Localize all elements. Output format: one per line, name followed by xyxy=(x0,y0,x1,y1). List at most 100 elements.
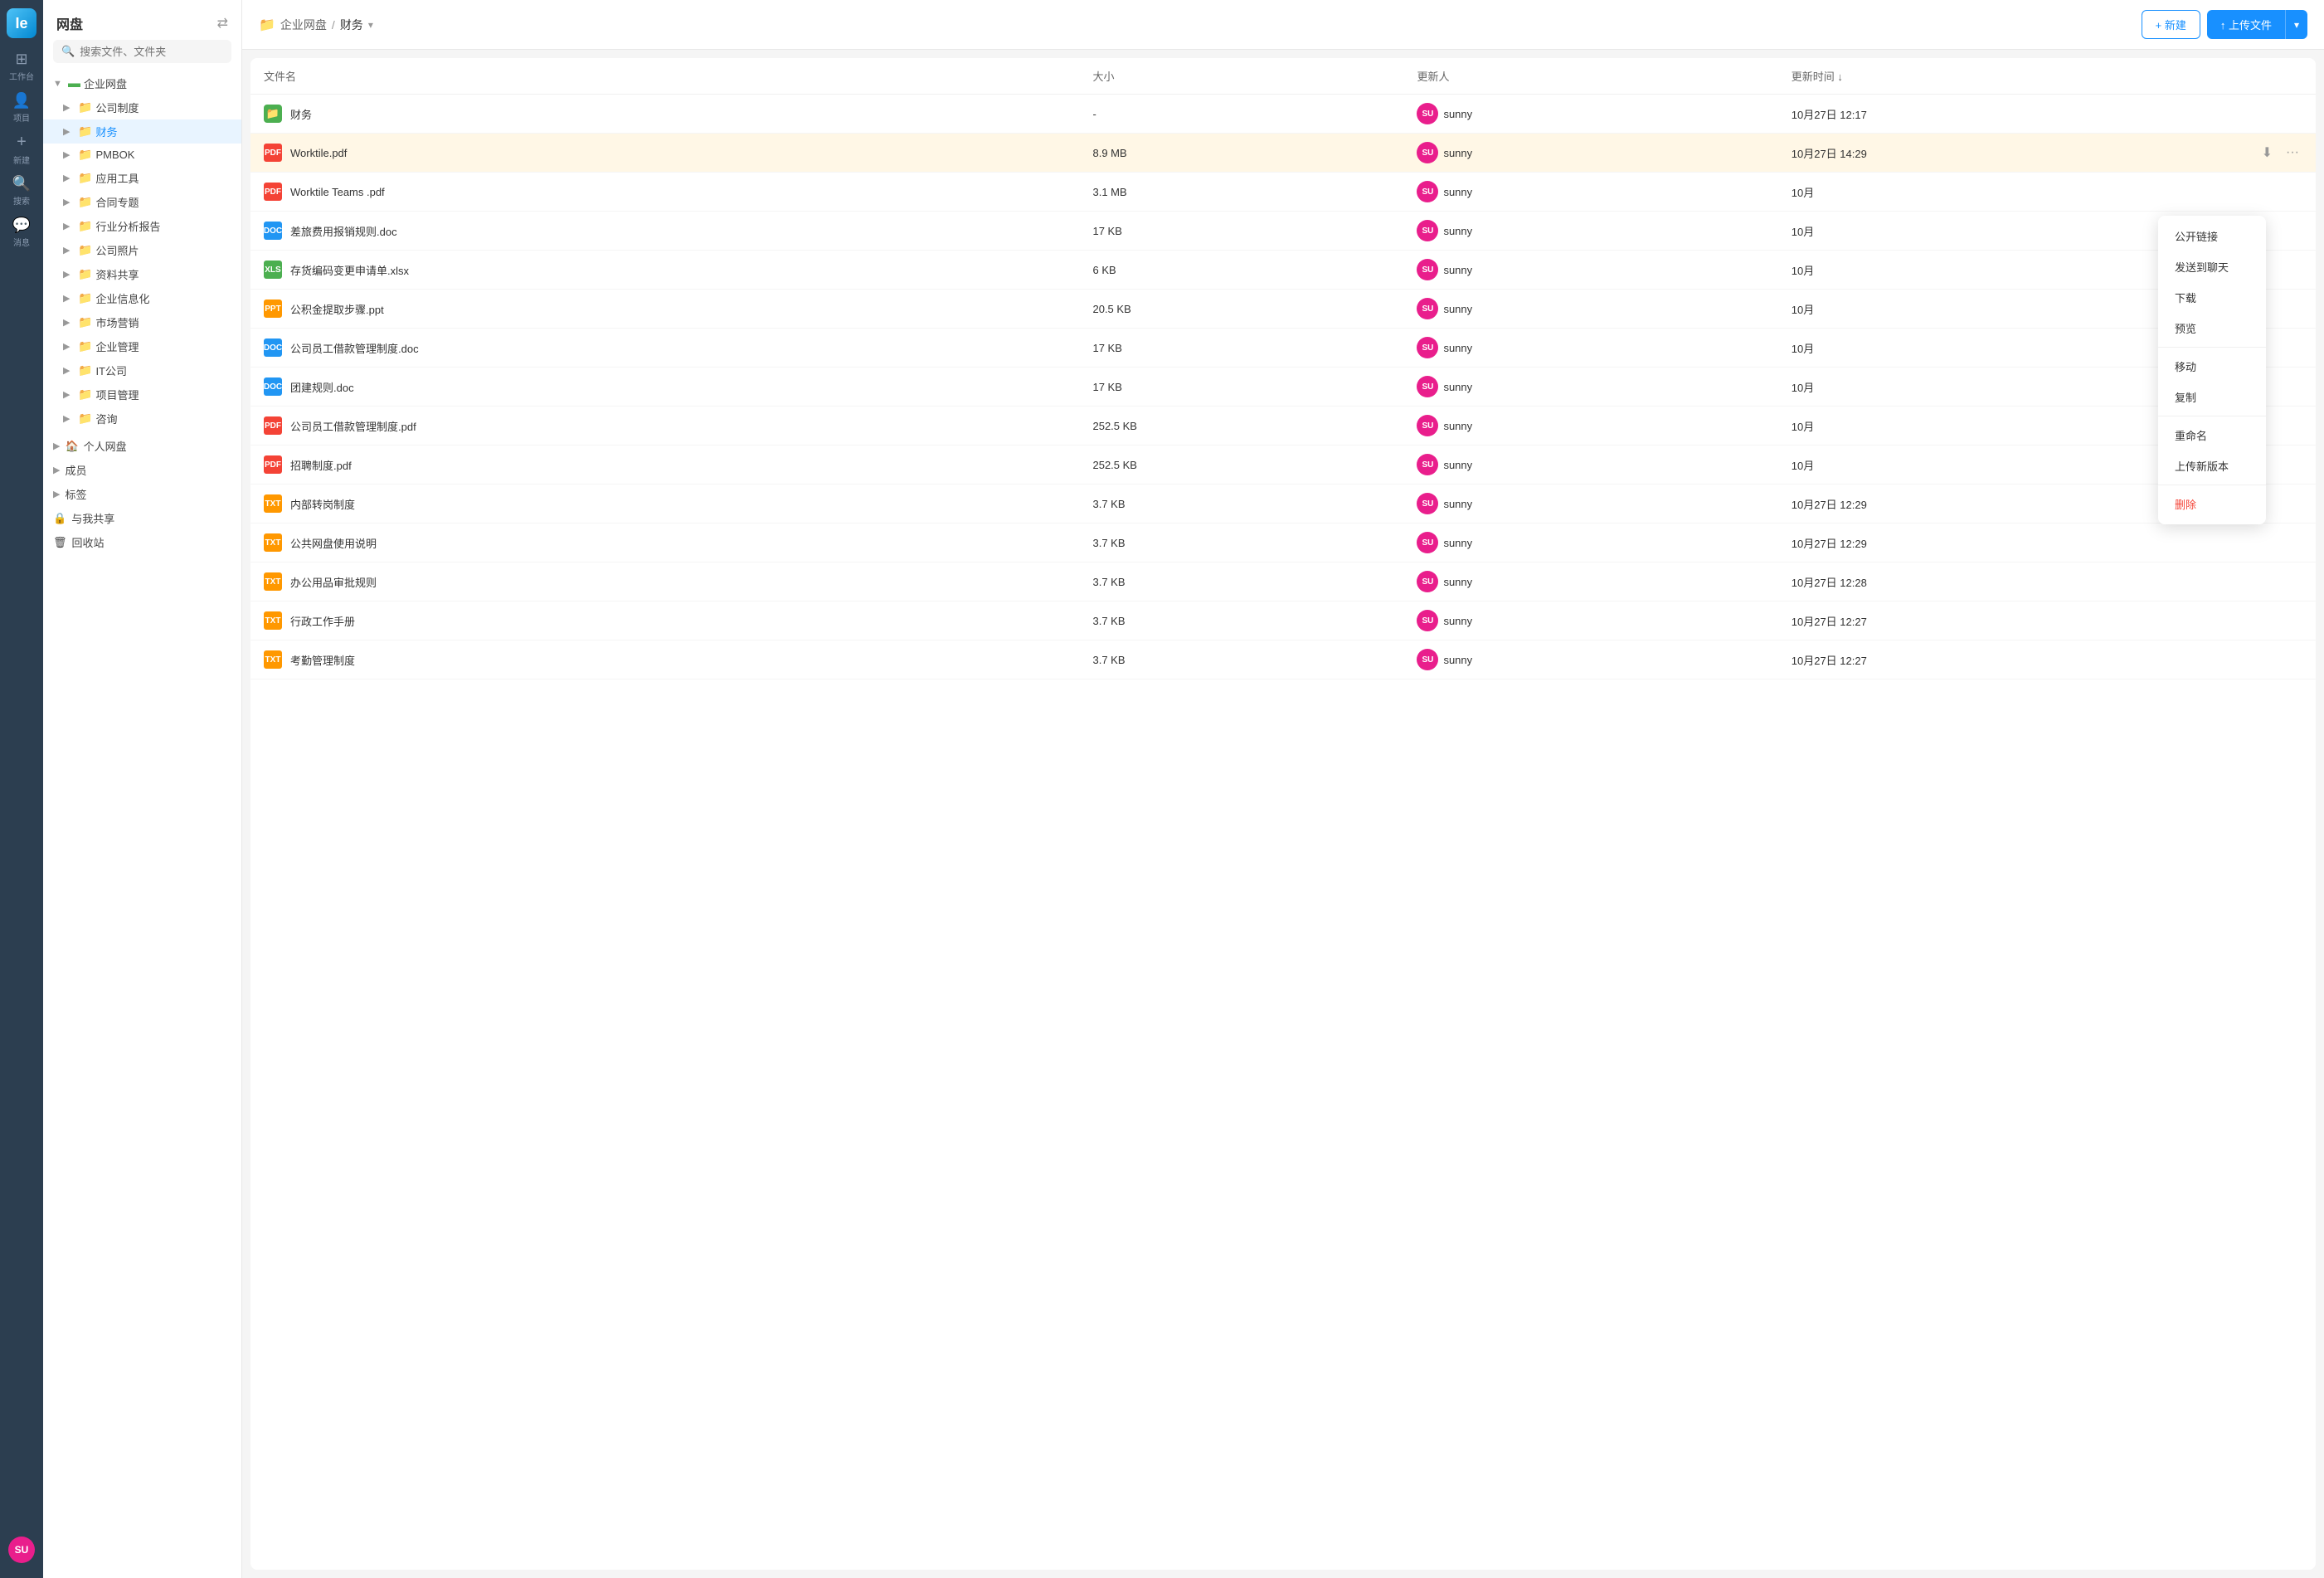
sidebar-item-enterprise-drive[interactable]: ▼ ▬ 企业网盘 xyxy=(43,71,241,95)
updater-name: sunny xyxy=(1443,108,1472,120)
table-row[interactable]: DOC 公司员工借款管理制度.doc 17 KB SU sunny 10月 ··… xyxy=(250,329,2316,368)
sidebar-item-company-policy[interactable]: ▶ 📁 公司制度 xyxy=(43,95,241,119)
updater-avatar: SU xyxy=(1417,376,1438,397)
more-button[interactable]: ··· xyxy=(2258,572,2278,591)
sidebar-item-sharing[interactable]: ▶ 📁 资料共享 xyxy=(43,262,241,286)
more-button[interactable]: ··· xyxy=(2258,183,2278,201)
folder-enterprise-icon: ▬ xyxy=(68,76,80,90)
sidebar-item-it-company[interactable]: ▶ 📁 IT公司 xyxy=(43,358,241,382)
nav-workspace[interactable]: ⊞ 工作台 xyxy=(3,48,40,85)
context-menu-item-upload-new-version[interactable]: 上传新版本 xyxy=(2158,451,2266,481)
file-name-cell: PDF Worktile.pdf xyxy=(264,144,1066,162)
table-row[interactable]: TXT 办公用品审批规则 3.7 KB SU sunny 10月27日 12:2… xyxy=(250,563,2316,601)
table-row[interactable]: DOC 团建规则.doc 17 KB SU sunny 10月 ··· xyxy=(250,368,2316,407)
updater-avatar: SU xyxy=(1417,298,1438,319)
table-row[interactable]: XLS 存货编码变更申请单.xlsx 6 KB SU sunny 10月 ··· xyxy=(250,251,2316,290)
nav-message[interactable]: 💬 消息 xyxy=(3,214,40,251)
download-button[interactable]: ⬇ xyxy=(2258,143,2276,163)
nav-new[interactable]: + 新建 xyxy=(3,131,40,168)
sidebar-item-photos[interactable]: ▶ 📁 公司照片 xyxy=(43,238,241,262)
expand-icon: ▶ xyxy=(63,389,75,400)
more-button[interactable]: ··· xyxy=(2258,533,2278,552)
sidebar-item-contracts[interactable]: ▶ 📁 合同专题 xyxy=(43,190,241,214)
table-row[interactable]: TXT 考勤管理制度 3.7 KB SU sunny 10月27日 12:27 … xyxy=(250,640,2316,679)
search-input[interactable] xyxy=(80,46,223,58)
search-box[interactable]: 🔍 xyxy=(53,40,231,63)
file-name: 内部转岗制度 xyxy=(290,496,355,512)
context-menu-item-rename[interactable]: 重命名 xyxy=(2158,420,2266,451)
more-button[interactable]: ··· xyxy=(2258,650,2278,669)
sidebar-tags[interactable]: ▶ 标签 xyxy=(43,482,241,506)
sidebar-trash[interactable]: 🗑 回收站 xyxy=(43,530,241,554)
table-row[interactable]: PPT 公积金提取步骤.ppt 20.5 KB SU sunny 10月 ··· xyxy=(250,290,2316,329)
sidebar-item-tools[interactable]: ▶ 📁 应用工具 xyxy=(43,166,241,190)
expand-icon: ▶ xyxy=(63,245,75,256)
table-row[interactable]: PDF Worktile Teams .pdf 3.1 MB SU sunny … xyxy=(250,173,2316,212)
new-button[interactable]: + 新建 xyxy=(2142,10,2200,39)
sidebar-item-it-enterprise-label: 企业信息化 xyxy=(95,290,231,306)
table-row[interactable]: DOC 差旅费用报销规则.doc 17 KB SU sunny 10月 ··· xyxy=(250,212,2316,251)
sidebar-item-pmbok[interactable]: ▶ 📁 PMBOK xyxy=(43,144,241,166)
sidebar-item-project-management[interactable]: ▶ 📁 项目管理 xyxy=(43,382,241,407)
more-button[interactable]: ··· xyxy=(2283,144,2302,162)
context-menu-item-move[interactable]: 移动 xyxy=(2158,351,2266,382)
sidebar-item-industry[interactable]: ▶ 📁 行业分析报告 xyxy=(43,214,241,238)
user-avatar[interactable]: SU xyxy=(8,1537,35,1563)
sidebar-item-finance[interactable]: ▶ 📁 财务 xyxy=(43,119,241,144)
upload-more-button[interactable]: ▾ xyxy=(2285,10,2307,39)
sidebar-item-consulting[interactable]: ▶ 📁 咨询 xyxy=(43,407,241,431)
table-row[interactable]: TXT 行政工作手册 3.7 KB SU sunny 10月27日 12:27 … xyxy=(250,601,2316,640)
table-row[interactable]: TXT 公共网盘使用说明 3.7 KB SU sunny 10月27日 12:2… xyxy=(250,524,2316,563)
file-update-time: 10月27日 12:28 xyxy=(1778,563,2245,601)
file-name-cell: DOC 团建规则.doc xyxy=(264,377,1066,396)
table-row[interactable]: PDF Worktile.pdf 8.9 MB SU sunny 10月27日 … xyxy=(250,134,2316,173)
nav-project[interactable]: 👤 项目 xyxy=(3,90,40,126)
sidebar-shared[interactable]: 🔒 与我共享 xyxy=(43,506,241,530)
table-row[interactable]: PDF 招聘制度.pdf 252.5 KB SU sunny 10月 ··· xyxy=(250,446,2316,485)
upload-button[interactable]: ↑ 上传文件 xyxy=(2207,10,2285,39)
folder-icon-orange2: 📁 xyxy=(78,171,92,185)
more-button[interactable]: ··· xyxy=(2258,611,2278,630)
context-menu-item-delete[interactable]: 删除 xyxy=(2158,489,2266,519)
nav-project-label: 项目 xyxy=(13,111,30,124)
file-icon-pdf: PDF xyxy=(264,183,282,201)
sidebar-item-contracts-label: 合同专题 xyxy=(95,194,231,210)
table-row[interactable]: TXT 内部转岗制度 3.7 KB SU sunny 10月27日 12:29 … xyxy=(250,485,2316,524)
expand-tags-icon: ▶ xyxy=(53,489,60,499)
more-button[interactable]: ··· xyxy=(2258,105,2278,123)
file-name: 公司员工借款管理制度.pdf xyxy=(290,418,416,434)
folder-icon-blue2: 📁 xyxy=(78,291,92,305)
sidebar-collapse-button[interactable]: ⇄ xyxy=(217,15,228,32)
context-menu-item-send-chat[interactable]: 发送到聊天 xyxy=(2158,251,2266,282)
expand-icon: ▶ xyxy=(63,341,75,352)
breadcrumb-root[interactable]: 企业网盘 xyxy=(280,17,327,33)
updater-name: sunny xyxy=(1443,459,1472,471)
upload-button-group: ↑ 上传文件 ▾ xyxy=(2207,10,2307,39)
nav-bar: Ie ⊞ 工作台 👤 项目 + 新建 🔍 搜索 💬 消息 SU xyxy=(0,0,43,1578)
file-name: 考勤管理制度 xyxy=(290,652,355,668)
row-actions: ⬇ ··· xyxy=(2258,143,2302,163)
updater-name: sunny xyxy=(1443,303,1472,315)
table-row[interactable]: 📁 财务 - SU sunny 10月27日 12:17 ··· xyxy=(250,95,2316,134)
file-icon-pdf: PDF xyxy=(264,144,282,162)
nav-search[interactable]: 🔍 搜索 xyxy=(3,173,40,209)
sidebar-item-it-enterprise[interactable]: ▶ 📁 企业信息化 xyxy=(43,286,241,310)
sidebar-item-management[interactable]: ▶ 📁 企业管理 xyxy=(43,334,241,358)
context-menu-item-public-link[interactable]: 公开链接 xyxy=(2158,221,2266,251)
sidebar-members[interactable]: ▶ 成员 xyxy=(43,458,241,482)
sidebar-personal-drive[interactable]: ▶ 🏠 个人网盘 xyxy=(43,434,241,458)
updater-name: sunny xyxy=(1443,147,1472,159)
sidebar-item-marketing[interactable]: ▶ 📁 市场营销 xyxy=(43,310,241,334)
table-row[interactable]: PDF 公司员工借款管理制度.pdf 252.5 KB SU sunny 10月… xyxy=(250,407,2316,446)
breadcrumb-current: 财务 xyxy=(340,17,363,33)
updater-avatar: SU xyxy=(1417,220,1438,241)
file-updater-cell: SU sunny xyxy=(1417,337,1764,358)
message-icon: 💬 xyxy=(12,217,31,234)
context-menu-item-preview[interactable]: 预览 xyxy=(2158,313,2266,343)
file-size: 17 KB xyxy=(1079,329,1403,368)
context-menu-item-download[interactable]: 下载 xyxy=(2158,282,2266,313)
file-name-cell: DOC 差旅费用报销规则.doc xyxy=(264,222,1066,240)
context-menu-item-copy[interactable]: 复制 xyxy=(2158,382,2266,412)
updater-avatar: SU xyxy=(1417,103,1438,124)
breadcrumb-dropdown-icon[interactable]: ▾ xyxy=(368,19,373,31)
